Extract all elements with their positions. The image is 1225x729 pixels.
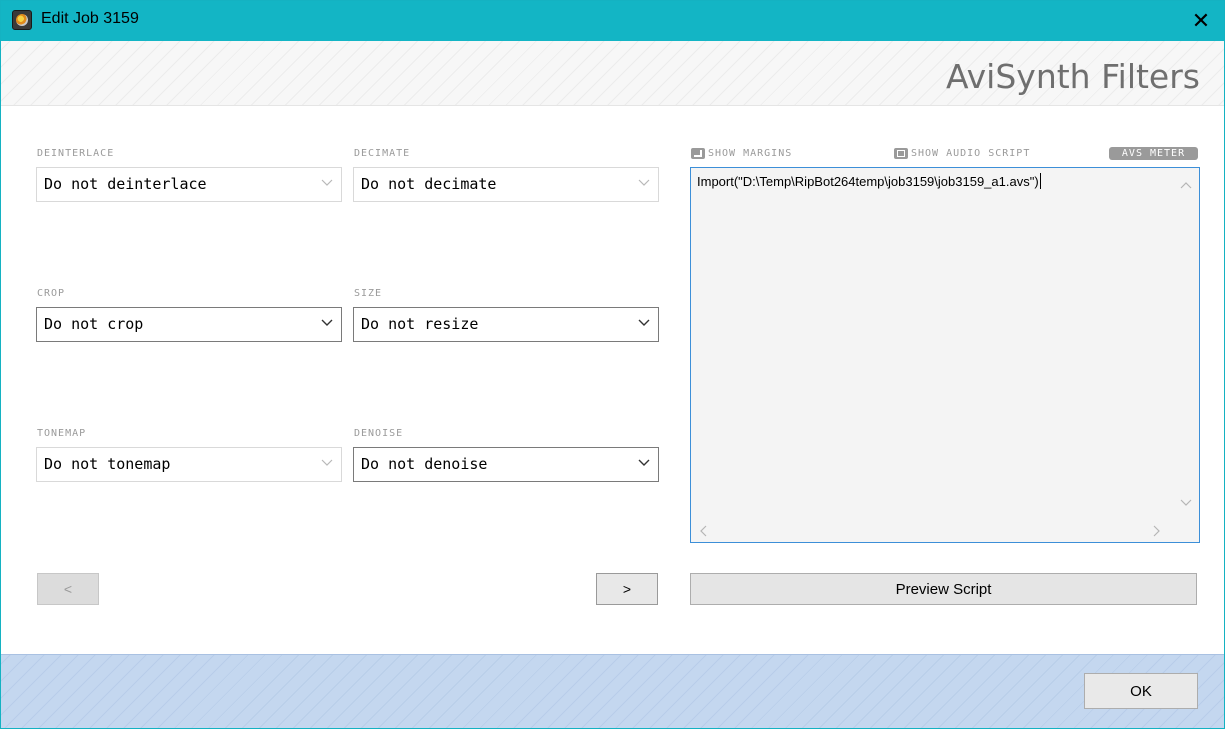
chevron-down-icon bbox=[321, 459, 333, 469]
footer-band bbox=[1, 654, 1224, 728]
crop-dropdown[interactable]: Do not crop bbox=[36, 307, 342, 342]
chevron-down-icon[interactable] bbox=[1180, 494, 1192, 510]
text-caret bbox=[1039, 173, 1041, 189]
chevron-down-icon bbox=[638, 459, 650, 469]
horizontal-scrollbar[interactable] bbox=[691, 516, 1173, 542]
script-text: Import("D:\Temp\RipBot264temp\job3159\jo… bbox=[697, 174, 1039, 189]
tonemap-dropdown[interactable]: Do not tonemap bbox=[36, 447, 342, 482]
chevron-down-icon bbox=[638, 179, 650, 189]
denoise-label: DENOISE bbox=[354, 428, 404, 439]
edit-job-window: Edit Job 3159 ✕ AviSynth Filters DEINTER… bbox=[0, 0, 1225, 729]
tonemap-label: TONEMAP bbox=[37, 428, 87, 439]
preview-script-button[interactable]: Preview Script bbox=[690, 573, 1197, 605]
chevron-right-icon[interactable] bbox=[1153, 524, 1161, 540]
decimate-dropdown[interactable]: Do not decimate bbox=[353, 167, 659, 202]
denoise-value: Do not denoise bbox=[361, 455, 488, 473]
page-title: AviSynth Filters bbox=[946, 57, 1200, 96]
show-audio-script-label: SHOW AUDIO SCRIPT bbox=[911, 148, 1031, 159]
size-value: Do not resize bbox=[361, 315, 479, 333]
show-margins-toggle[interactable]: SHOW MARGINS bbox=[691, 148, 792, 159]
margins-icon bbox=[691, 148, 705, 159]
vertical-scrollbar[interactable] bbox=[1173, 168, 1199, 516]
decimate-label: DECIMATE bbox=[354, 148, 411, 159]
close-icon: ✕ bbox=[1191, 8, 1211, 33]
decimate-value: Do not decimate bbox=[361, 175, 497, 193]
size-dropdown[interactable]: Do not resize bbox=[353, 307, 659, 342]
window-title: Edit Job 3159 bbox=[41, 10, 139, 27]
show-audio-script-toggle[interactable]: SHOW AUDIO SCRIPT bbox=[894, 148, 1030, 159]
avs-meter-button[interactable]: AVS METER bbox=[1109, 147, 1198, 160]
crop-label: CROP bbox=[37, 288, 66, 299]
previous-button[interactable]: < bbox=[37, 573, 99, 605]
deinterlace-label: DEINTERLACE bbox=[37, 148, 115, 159]
size-label: SIZE bbox=[354, 288, 383, 299]
denoise-dropdown[interactable]: Do not denoise bbox=[353, 447, 659, 482]
close-button[interactable]: ✕ bbox=[1178, 1, 1224, 41]
script-text-line: Import("D:\Temp\RipBot264temp\job3159\jo… bbox=[697, 173, 1041, 189]
crop-value: Do not crop bbox=[44, 315, 144, 333]
app-icon bbox=[12, 10, 32, 30]
ok-button[interactable]: OK bbox=[1084, 673, 1198, 709]
deinterlace-dropdown[interactable]: Do not deinterlace bbox=[36, 167, 342, 202]
chevron-down-icon bbox=[638, 319, 650, 329]
deinterlace-value: Do not deinterlace bbox=[44, 175, 207, 193]
chevron-down-icon bbox=[321, 179, 333, 189]
title-bar: Edit Job 3159 ✕ bbox=[1, 1, 1224, 41]
script-editor[interactable]: Import("D:\Temp\RipBot264temp\job3159\jo… bbox=[690, 167, 1200, 543]
show-margins-label: SHOW MARGINS bbox=[708, 148, 793, 159]
chevron-down-icon bbox=[321, 319, 333, 329]
chevron-left-icon[interactable] bbox=[699, 524, 707, 540]
header-band: AviSynth Filters bbox=[1, 41, 1224, 106]
tonemap-value: Do not tonemap bbox=[44, 455, 171, 473]
audio-script-icon bbox=[894, 148, 908, 159]
chevron-up-icon[interactable] bbox=[1180, 176, 1192, 192]
next-button[interactable]: > bbox=[596, 573, 658, 605]
